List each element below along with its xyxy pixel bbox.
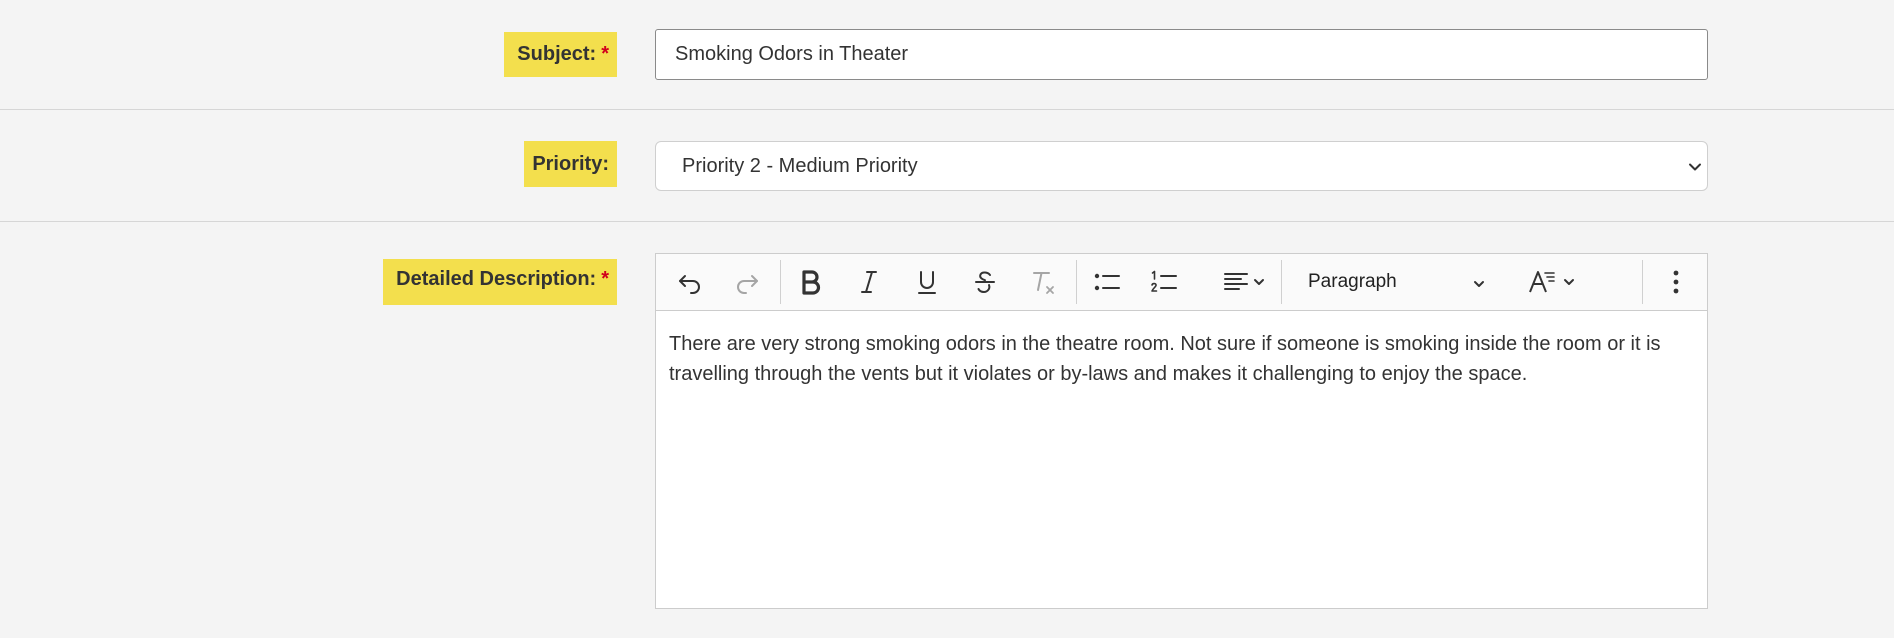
priority-selected-value: Priority 2 - Medium Priority (682, 154, 918, 177)
bullet-list-icon (1093, 269, 1121, 295)
italic-button[interactable] (851, 266, 887, 298)
undo-icon (677, 269, 703, 295)
underline-button[interactable] (909, 266, 945, 298)
toolbar-separator (1076, 260, 1077, 304)
align-left-icon (1223, 269, 1249, 295)
toolbar-separator (1642, 260, 1643, 304)
rich-text-editor: Paragraph There are very strong smoking … (655, 253, 1708, 609)
priority-label: Priority: (524, 141, 617, 187)
ticket-form: Subject: * Priority: Priority 2 - Medium… (0, 0, 1894, 638)
more-button[interactable] (1661, 266, 1691, 298)
chevron-down-icon (1252, 275, 1266, 289)
underline-icon (915, 269, 939, 295)
bold-button[interactable] (793, 266, 829, 298)
editor-content[interactable]: There are very strong smoking odors in t… (656, 311, 1707, 407)
subject-row: Subject: * (0, 0, 1894, 110)
block-format-dropdown[interactable]: Paragraph (1307, 266, 1487, 298)
subject-label: Subject: * (504, 32, 617, 77)
clear-formatting-icon (1029, 268, 1057, 296)
toolbar-separator (780, 260, 781, 304)
numbered-list-icon (1150, 269, 1178, 295)
numbered-list-button[interactable] (1146, 266, 1182, 298)
subject-input[interactable] (655, 29, 1708, 80)
required-marker: * (601, 268, 609, 290)
bold-icon (799, 269, 823, 295)
bullet-list-button[interactable] (1089, 266, 1125, 298)
chevron-down-icon (1687, 158, 1703, 174)
block-format-value: Paragraph (1308, 271, 1397, 292)
align-dropdown[interactable] (1218, 266, 1270, 298)
redo-icon (734, 269, 760, 295)
more-icon (1672, 269, 1680, 295)
font-size-dropdown[interactable] (1522, 266, 1582, 298)
priority-label-text: Priority: (532, 152, 609, 175)
description-label: Detailed Description: * (383, 259, 617, 305)
toolbar-separator (1281, 260, 1282, 304)
editor-toolbar: Paragraph (656, 254, 1707, 311)
undo-button[interactable] (674, 266, 706, 298)
description-label-text: Detailed Description: (396, 268, 597, 290)
subject-label-text: Subject: (517, 43, 597, 65)
italic-icon (858, 269, 880, 295)
redo-button[interactable] (731, 266, 763, 298)
description-row: Detailed Description: * Paragraph There … (0, 223, 1894, 638)
font-size-icon (1528, 268, 1558, 296)
clear-formatting-button[interactable] (1025, 266, 1061, 298)
priority-select[interactable]: Priority 2 - Medium Priority (655, 141, 1708, 191)
strikethrough-icon (973, 269, 997, 295)
required-marker: * (601, 43, 609, 65)
chevron-down-icon (1472, 275, 1486, 297)
chevron-down-icon (1562, 275, 1576, 289)
strikethrough-button[interactable] (967, 266, 1003, 298)
priority-row: Priority: Priority 2 - Medium Priority (0, 111, 1894, 222)
